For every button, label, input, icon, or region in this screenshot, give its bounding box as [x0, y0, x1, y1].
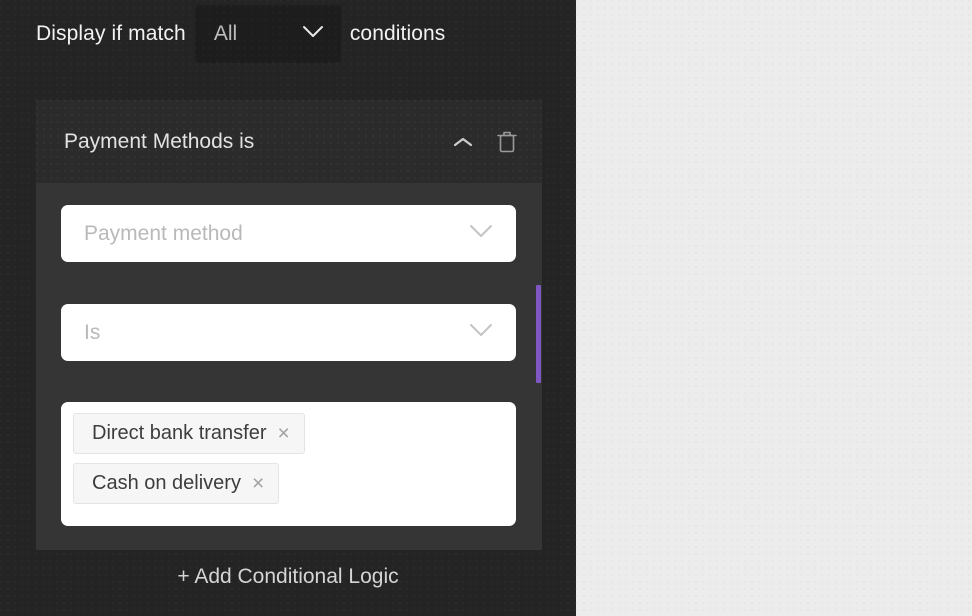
chevron-up-icon[interactable]: [446, 125, 480, 159]
condition-card-header[interactable]: Payment Methods is: [36, 100, 542, 183]
match-type-select[interactable]: All: [194, 5, 341, 63]
list-item[interactable]: Cash on delivery ×: [73, 463, 280, 504]
trash-icon[interactable]: [490, 125, 524, 159]
panel-scrollbar-thumb[interactable]: [536, 285, 541, 383]
chevron-down-icon: [468, 223, 494, 244]
app-root: Display if match All conditions Payment …: [0, 0, 972, 616]
operator-select-value: Is: [84, 320, 101, 344]
chip-label: Cash on delivery: [92, 472, 241, 494]
add-conditional-logic-button[interactable]: + Add Conditional Logic: [0, 565, 576, 589]
condition-title: Payment Methods is: [64, 129, 255, 153]
payment-method-select-value: Payment method: [84, 221, 243, 245]
condition-card: Payment Methods is Payment method Is Dir…: [36, 100, 542, 550]
list-item[interactable]: Direct bank transfer ×: [73, 413, 305, 454]
selected-values-field[interactable]: Direct bank transfer × Cash on delivery …: [61, 402, 516, 526]
match-suffix-label: conditions: [349, 22, 446, 45]
chevron-down-icon: [468, 322, 494, 343]
preview-canvas: [576, 0, 972, 616]
match-type-value: All: [213, 22, 238, 45]
payment-method-select[interactable]: Payment method: [61, 205, 516, 262]
close-icon[interactable]: ×: [252, 473, 264, 494]
close-icon[interactable]: ×: [278, 423, 290, 444]
match-row: Display if match All conditions: [36, 0, 445, 68]
operator-select[interactable]: Is: [61, 304, 516, 361]
condition-card-body: Payment method Is Direct bank transfer ×…: [36, 183, 542, 550]
chevron-down-icon: [302, 25, 324, 44]
conditional-logic-panel: Display if match All conditions Payment …: [0, 0, 576, 616]
match-prefix-label: Display if match: [36, 22, 186, 45]
chip-label: Direct bank transfer: [92, 422, 267, 444]
